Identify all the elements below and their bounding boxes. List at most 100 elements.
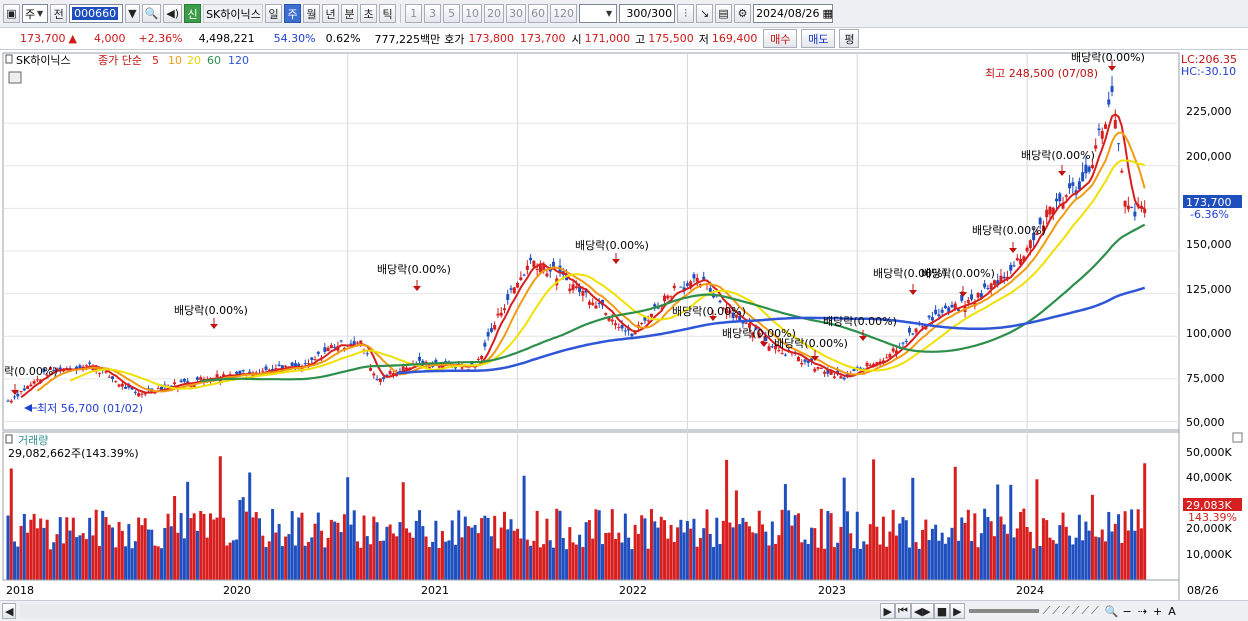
gear-icon[interactable]: ⚙ xyxy=(734,4,752,23)
stock-code-input[interactable]: 000660 xyxy=(69,4,124,23)
panel-close-icon[interactable] xyxy=(1232,432,1243,443)
stock-chart[interactable]: SK하이닉스 종가 단순 5 10 20 60 120 LC:206.35 HC… xyxy=(0,51,1248,600)
volume-bar xyxy=(290,511,294,580)
chevron-down-icon: ▼ xyxy=(37,9,44,18)
calculator-icon[interactable] xyxy=(8,71,22,84)
volume-bar xyxy=(58,517,62,580)
scroll-left-icon[interactable]: ◀ xyxy=(2,603,17,619)
volume-bar xyxy=(823,548,827,580)
volume-bar xyxy=(195,530,199,580)
period-week[interactable]: 주 xyxy=(284,4,302,23)
volume-bar xyxy=(672,541,676,580)
jeon-button[interactable]: 전 xyxy=(50,4,68,23)
play-icon[interactable]: ▶ xyxy=(950,603,965,619)
candle-body xyxy=(839,376,843,379)
candle-body xyxy=(97,372,101,374)
period-day[interactable]: 일 xyxy=(265,4,283,23)
minus-icon[interactable]: − xyxy=(1123,605,1132,618)
scroll-right-icon[interactable]: ▶ xyxy=(880,603,895,619)
candle-body xyxy=(120,383,124,387)
volume-bar xyxy=(607,532,611,580)
count-input[interactable]: 300/300 xyxy=(619,4,676,23)
up-triangle-icon: ▲ xyxy=(68,32,77,45)
period-tick[interactable]: 틱 xyxy=(379,4,397,23)
volume-bar xyxy=(359,547,363,580)
calendar-icon[interactable]: ▦ xyxy=(822,7,832,20)
volume-bar xyxy=(636,533,640,580)
volume-bar xyxy=(1035,479,1039,580)
interval-10[interactable]: 10 xyxy=(462,4,483,23)
volume-bar xyxy=(767,545,771,580)
date-input[interactable]: 2024/08/26 ▦ xyxy=(753,4,834,23)
interval-select[interactable]: ▼ xyxy=(579,4,618,23)
candle-body xyxy=(483,342,487,347)
volume-bar xyxy=(349,524,353,580)
volume-bar xyxy=(859,548,863,580)
candle-body xyxy=(663,295,667,302)
draw-tool-icon[interactable]: ↘ xyxy=(696,4,714,23)
period-month[interactable]: 월 xyxy=(303,4,321,23)
candle-body xyxy=(614,323,618,326)
volume-bar xyxy=(911,477,915,580)
candle-body xyxy=(783,354,787,356)
y-tick: 125,000 xyxy=(1186,283,1232,296)
market-select[interactable]: 주 ▼ xyxy=(22,4,49,23)
volume-bar xyxy=(842,477,846,580)
buy-button[interactable]: 매수 xyxy=(763,29,798,48)
horizontal-scrollbar[interactable] xyxy=(20,604,881,618)
average-button[interactable]: 평 xyxy=(839,29,860,48)
candle-icon[interactable]: ⫶ xyxy=(677,4,695,23)
plus-icon[interactable]: + xyxy=(1153,605,1162,618)
high-label: 고 xyxy=(635,32,646,46)
candle-body xyxy=(418,356,422,361)
volume-bar xyxy=(924,519,928,580)
code-dropdown-icon[interactable]: ▼ xyxy=(125,4,140,23)
volume-bar xyxy=(653,521,657,580)
volume-bar xyxy=(476,533,480,580)
candle-body xyxy=(1009,264,1013,271)
swap-icon[interactable]: ⇢ xyxy=(1138,605,1147,618)
volume-bar xyxy=(29,519,33,580)
window-icon[interactable]: ▣ xyxy=(3,4,20,23)
draw-tools-icon[interactable]: ⟋⟋⟋⟋⟋⟋ xyxy=(1043,604,1101,618)
price-change: 4,000 xyxy=(93,32,126,45)
volume-bar xyxy=(698,537,702,580)
stop-icon[interactable]: ■ xyxy=(933,603,951,619)
prev-next-icon[interactable]: ◀▶ xyxy=(910,603,934,619)
interval-60[interactable]: 60 xyxy=(528,4,549,23)
shin-badge[interactable]: 신 xyxy=(184,4,202,23)
candle-body xyxy=(986,287,990,289)
interval-5[interactable]: 5 xyxy=(443,4,461,23)
period-minute[interactable]: 분 xyxy=(341,4,359,23)
volume-bar xyxy=(1130,509,1134,580)
volume-bar xyxy=(1100,529,1104,580)
interval-20[interactable]: 20 xyxy=(484,4,505,23)
volume-bar xyxy=(548,540,552,580)
volume-bar xyxy=(365,536,369,580)
save-icon[interactable]: ▤ xyxy=(715,4,733,23)
volume-bar xyxy=(960,517,964,580)
volume-bar xyxy=(153,545,157,580)
volume-bar xyxy=(594,509,598,580)
speaker-icon[interactable]: ◀) xyxy=(163,4,183,23)
volume-bar xyxy=(35,528,39,580)
first-page-icon[interactable]: ⏮ xyxy=(894,603,911,619)
sell-button[interactable]: 매도 xyxy=(801,29,836,48)
interval-120[interactable]: 120 xyxy=(550,4,578,23)
volume-bar xyxy=(914,542,918,580)
interval-3[interactable]: 3 xyxy=(424,4,442,23)
volume-bar xyxy=(1097,537,1101,580)
font-icon[interactable]: A xyxy=(1168,605,1176,618)
volume-ratio: 54.30% xyxy=(273,32,316,45)
period-second[interactable]: 초 xyxy=(360,4,378,23)
search-icon[interactable]: 🔍 xyxy=(141,4,162,23)
interval-1[interactable]: 1 xyxy=(405,4,423,23)
period-year[interactable]: 년 xyxy=(322,4,340,23)
volume-bar xyxy=(326,537,330,580)
zoom-icon[interactable]: 🔍 xyxy=(1105,605,1119,618)
candle-body xyxy=(934,309,938,315)
bid-price: 173,700 xyxy=(520,32,566,45)
interval-30[interactable]: 30 xyxy=(506,4,527,23)
zoom-slider[interactable] xyxy=(968,609,1039,613)
volume-bar xyxy=(55,534,59,580)
